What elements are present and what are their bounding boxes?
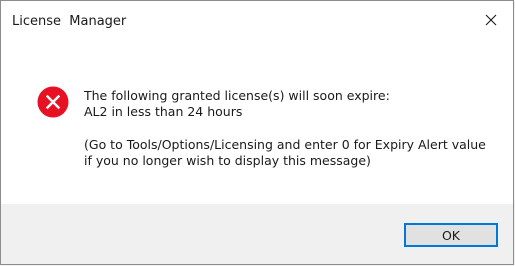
ok-button[interactable]: OK	[404, 223, 498, 247]
message-line-hint-cont: if you no longer wish to display this me…	[84, 153, 371, 168]
title-bar[interactable]: License Manager	[1, 1, 513, 41]
message-area: The following granted license(s) will so…	[1, 41, 513, 207]
license-manager-dialog: License Manager The following granted li…	[0, 0, 514, 265]
message-text: The following granted license(s) will so…	[84, 88, 486, 169]
message-line-hint: (Go to Tools/Options/Licensing and enter…	[84, 137, 486, 152]
close-icon	[485, 11, 497, 30]
error-icon	[37, 86, 69, 118]
message-line-expiry: The following granted license(s) will so…	[84, 88, 390, 103]
button-bar: OK	[1, 204, 513, 264]
window-title: License Manager	[12, 14, 127, 29]
message-line-license: AL2 in less than 24 hours	[84, 104, 243, 119]
close-button[interactable]	[468, 1, 513, 39]
